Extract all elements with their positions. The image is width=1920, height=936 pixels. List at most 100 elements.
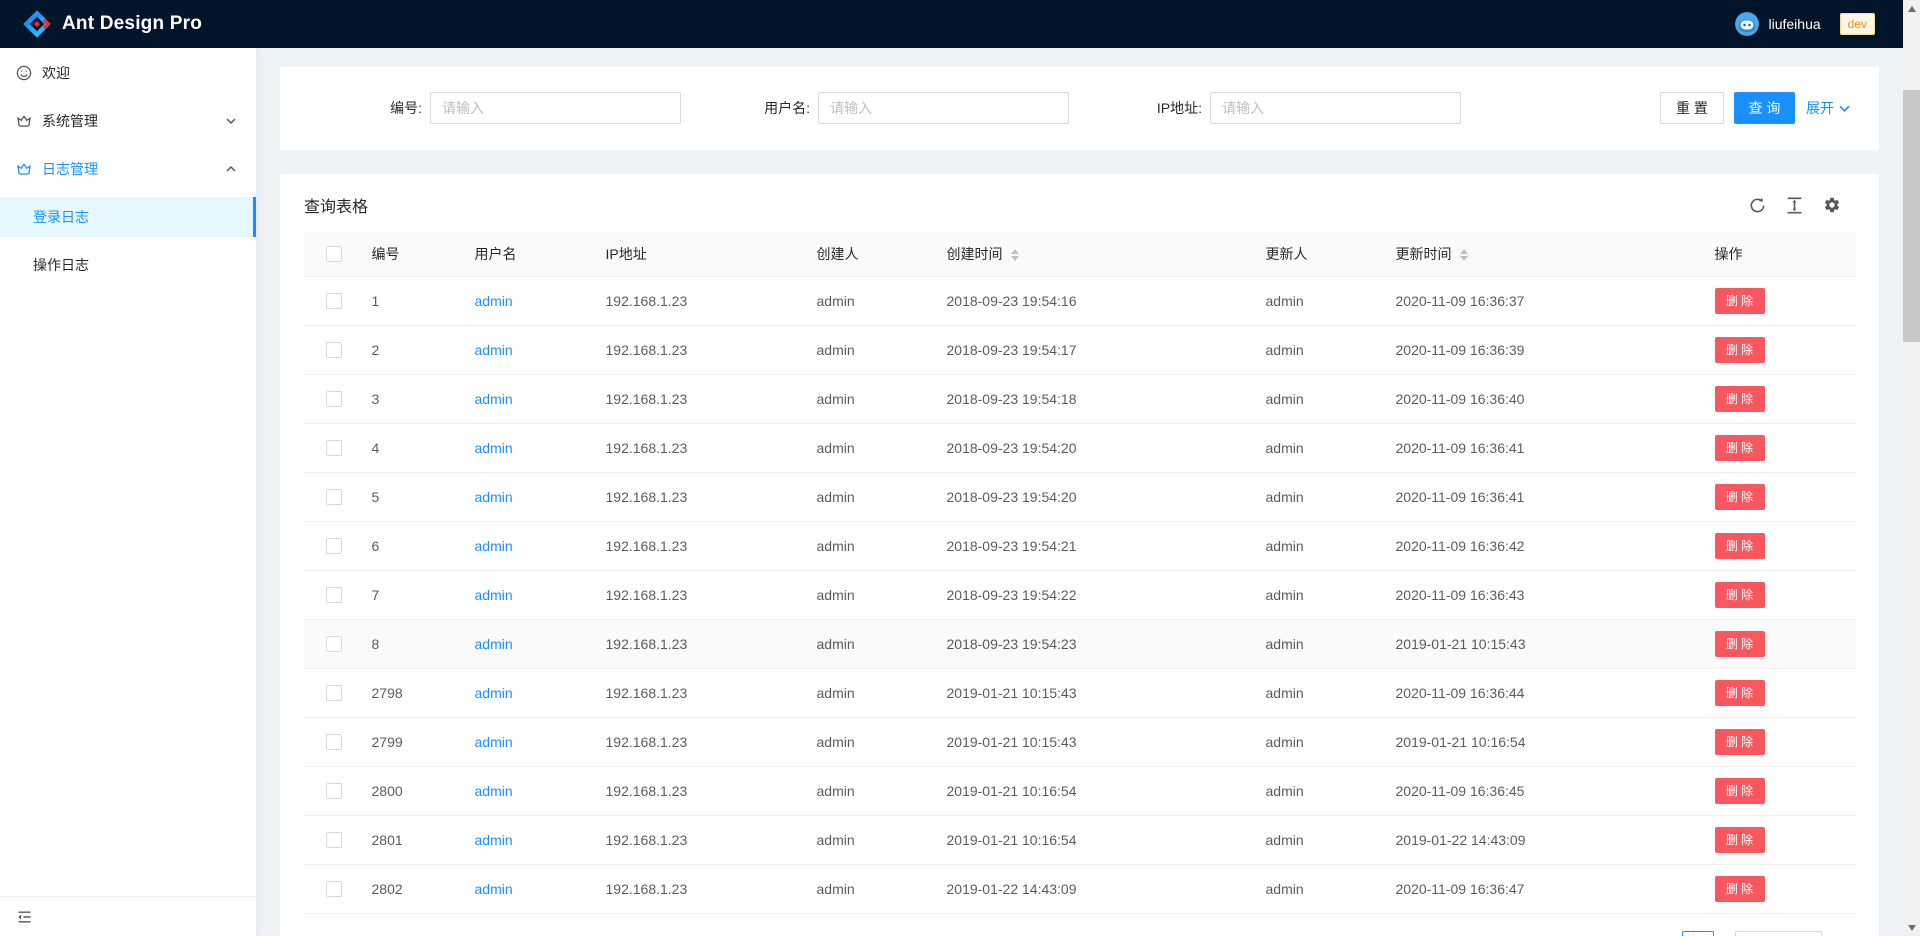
cell-update-time: 2020-11-09 16:36:39 <box>1380 325 1699 374</box>
cell-updater: admin <box>1250 374 1380 423</box>
row-checkbox[interactable] <box>326 440 342 456</box>
cell-ip: 192.168.1.23 <box>590 374 801 423</box>
cell-id: 2799 <box>356 717 459 766</box>
column-header-create-time[interactable]: 创建时间 <box>931 232 1250 276</box>
column-header-update-time[interactable]: 更新时间 <box>1380 232 1699 276</box>
scrollbar-thumb[interactable] <box>1903 90 1920 342</box>
select-all-checkbox[interactable] <box>326 246 342 262</box>
column-header-ip: IP地址 <box>590 232 801 276</box>
cell-update-time: 2020-11-09 16:36:42 <box>1380 521 1699 570</box>
cell-ip: 192.168.1.23 <box>590 472 801 521</box>
id-input[interactable] <box>430 92 681 124</box>
login-log-table: 编号 用户名 IP地址 创建人 创建时间 更新人 更新时间 操作 1admin1… <box>304 232 1856 914</box>
cell-id: 8 <box>356 619 459 668</box>
delete-button[interactable]: 删 除 <box>1715 337 1765 363</box>
username-link[interactable]: admin <box>475 783 513 799</box>
delete-button[interactable]: 删 除 <box>1715 386 1765 412</box>
delete-button[interactable]: 删 除 <box>1715 582 1765 608</box>
delete-button[interactable]: 删 除 <box>1715 484 1765 510</box>
username-link[interactable]: admin <box>475 685 513 701</box>
delete-button[interactable]: 删 除 <box>1715 827 1765 853</box>
cell-id: 2801 <box>356 815 459 864</box>
cell-creator: admin <box>801 717 931 766</box>
sidebar-item-system-management[interactable]: 系统管理 <box>0 101 256 141</box>
query-button[interactable]: 查 询 <box>1734 92 1795 124</box>
delete-button[interactable]: 删 除 <box>1715 876 1765 902</box>
username-link[interactable]: admin <box>475 489 513 505</box>
delete-button[interactable]: 删 除 <box>1715 435 1765 461</box>
scrollbar-down-arrow-icon[interactable] <box>1903 919 1920 936</box>
sidebar-item-welcome[interactable]: 欢迎 <box>0 53 256 93</box>
cell-creator: admin <box>801 374 931 423</box>
table-title: 查询表格 <box>304 193 368 217</box>
reset-button[interactable]: 重 置 <box>1660 92 1724 124</box>
cell-updater: admin <box>1250 423 1380 472</box>
cell-creator: admin <box>801 423 931 472</box>
username-link[interactable]: admin <box>475 293 513 309</box>
column-height-icon[interactable] <box>1786 197 1803 214</box>
username-link[interactable]: admin <box>475 587 513 603</box>
cell-update-time: 2019-01-21 10:15:43 <box>1380 619 1699 668</box>
ip-input[interactable] <box>1210 92 1461 124</box>
row-checkbox[interactable] <box>326 489 342 505</box>
page-1-button[interactable] <box>1682 931 1714 936</box>
cell-updater: admin <box>1250 717 1380 766</box>
sidebar-item-operation-log[interactable]: 操作日志 <box>0 245 256 285</box>
column-header-actions: 操作 <box>1699 232 1856 276</box>
username-link[interactable]: admin <box>475 538 513 554</box>
reload-icon[interactable] <box>1749 197 1766 214</box>
username-link[interactable]: admin <box>475 391 513 407</box>
row-checkbox[interactable] <box>326 391 342 407</box>
window-scrollbar <box>1903 0 1920 936</box>
page-size-select[interactable] <box>1735 931 1822 936</box>
row-checkbox[interactable] <box>326 636 342 652</box>
cell-ip: 192.168.1.23 <box>590 325 801 374</box>
row-checkbox[interactable] <box>326 783 342 799</box>
row-checkbox[interactable] <box>326 342 342 358</box>
delete-button[interactable]: 删 除 <box>1715 288 1765 314</box>
scrollbar-up-arrow-icon[interactable] <box>1903 0 1920 17</box>
username-link[interactable]: admin <box>475 881 513 897</box>
row-checkbox[interactable] <box>326 538 342 554</box>
cell-ip: 192.168.1.23 <box>590 717 801 766</box>
sidebar-item-login-log[interactable]: 登录日志 <box>0 197 256 237</box>
username-link[interactable]: admin <box>475 440 513 456</box>
delete-button[interactable]: 删 除 <box>1715 778 1765 804</box>
delete-button[interactable]: 删 除 <box>1715 680 1765 706</box>
username-input[interactable] <box>818 92 1069 124</box>
username-link[interactable]: admin <box>475 342 513 358</box>
expand-link[interactable]: 展开 <box>1806 92 1850 124</box>
delete-button[interactable]: 删 除 <box>1715 729 1765 755</box>
username-link[interactable]: admin <box>475 832 513 848</box>
cell-ip: 192.168.1.23 <box>590 619 801 668</box>
sort-icons <box>1460 249 1468 261</box>
sidebar-footer <box>0 896 256 936</box>
cell-create-time: 2018-09-23 19:54:17 <box>931 325 1250 374</box>
row-checkbox[interactable] <box>326 881 342 897</box>
chevron-up-icon <box>226 164 236 174</box>
row-checkbox[interactable] <box>326 587 342 603</box>
caret-up-icon <box>1460 249 1468 254</box>
crown-icon <box>16 113 32 129</box>
user-avatar[interactable] <box>1735 12 1759 36</box>
settings-gear-icon[interactable] <box>1823 196 1841 214</box>
username-link[interactable]: admin <box>475 734 513 750</box>
delete-button[interactable]: 删 除 <box>1715 631 1765 657</box>
pagination <box>280 931 1879 936</box>
cell-updater: admin <box>1250 570 1380 619</box>
user-name[interactable]: liufeihua <box>1768 16 1820 32</box>
row-checkbox[interactable] <box>326 832 342 848</box>
sidebar-item-log-management[interactable]: 日志管理 <box>0 149 256 189</box>
row-checkbox[interactable] <box>326 293 342 309</box>
cell-update-time: 2020-11-09 16:36:41 <box>1380 472 1699 521</box>
cell-creator: admin <box>801 668 931 717</box>
username-link[interactable]: admin <box>475 636 513 652</box>
cell-update-time: 2020-11-09 16:36:45 <box>1380 766 1699 815</box>
row-checkbox[interactable] <box>326 685 342 701</box>
delete-button[interactable]: 删 除 <box>1715 533 1765 559</box>
cell-create-time: 2018-09-23 19:54:22 <box>931 570 1250 619</box>
row-checkbox[interactable] <box>326 734 342 750</box>
menu-fold-icon[interactable] <box>16 909 33 925</box>
app-logo[interactable]: Ant Design Pro <box>22 9 202 39</box>
column-header-updater: 更新人 <box>1250 232 1380 276</box>
